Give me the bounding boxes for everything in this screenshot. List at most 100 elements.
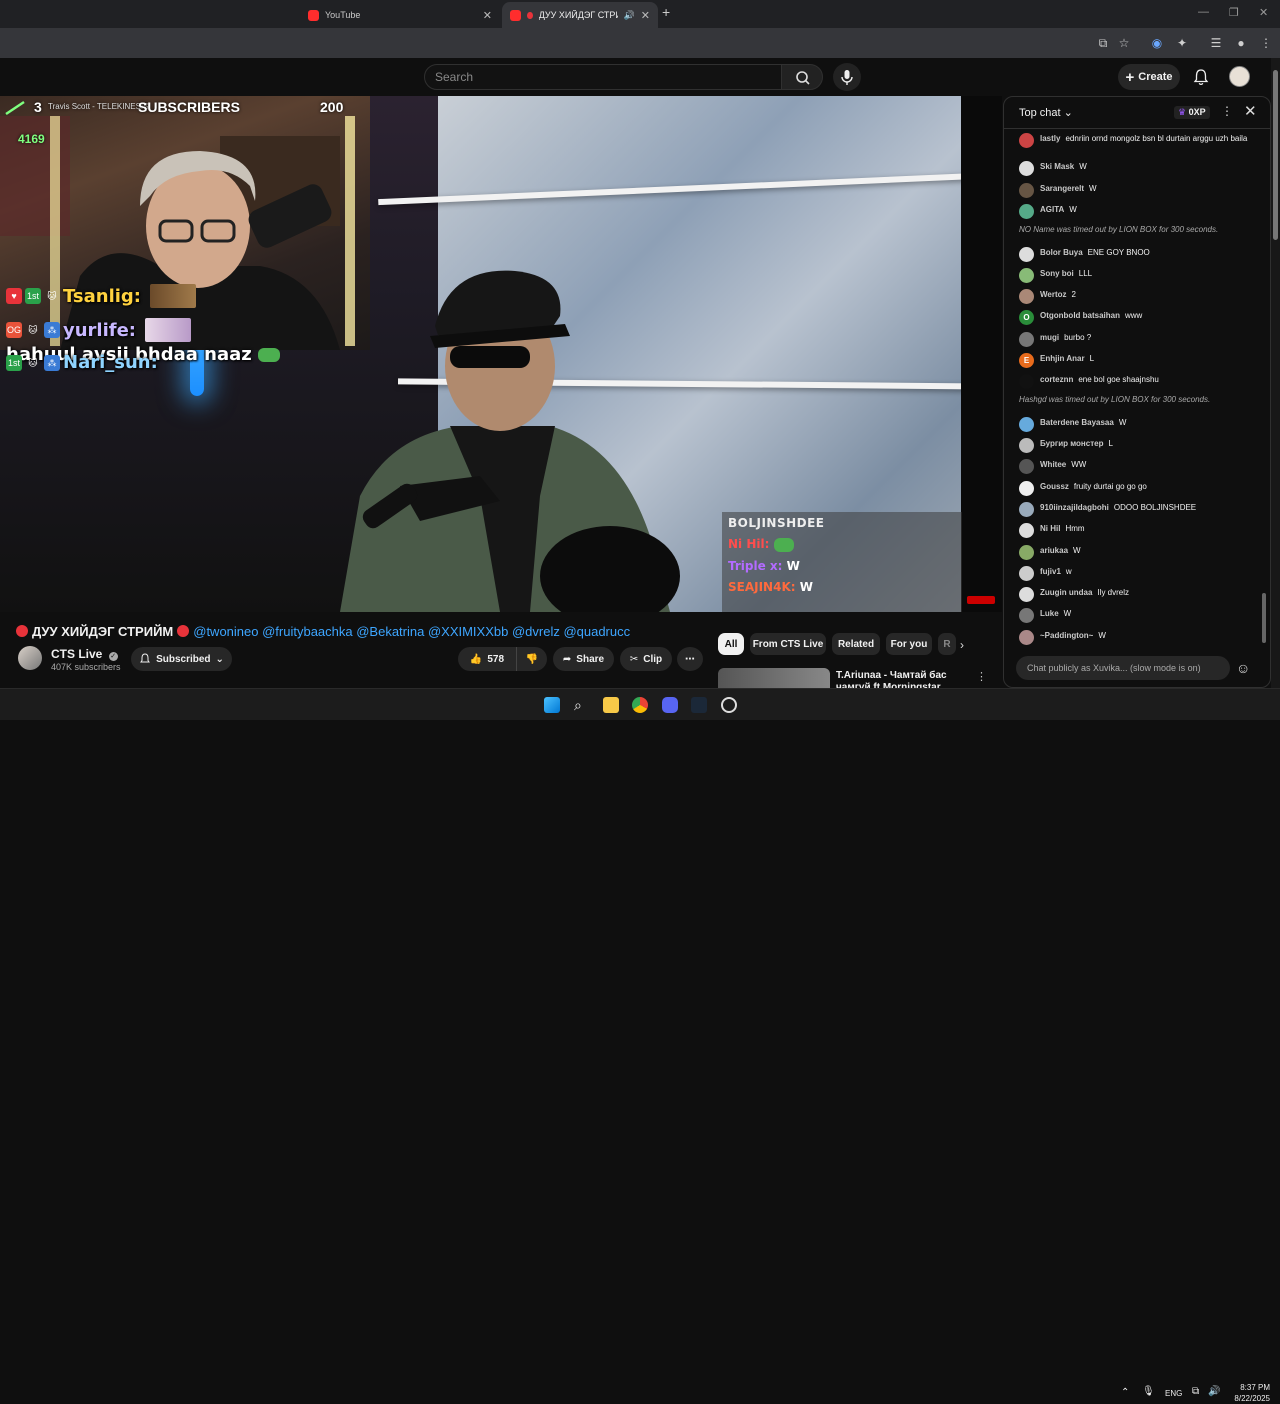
chat-message[interactable]: Wertoz 2: [1019, 289, 1251, 304]
recommended-video-title[interactable]: T.Ariunaa - Чамтай бас чамгүй ft.Morning…: [836, 670, 976, 688]
chat-author-name[interactable]: ariukaa: [1040, 546, 1068, 555]
profile-icon[interactable]: ●: [1233, 35, 1249, 51]
steam-icon[interactable]: [691, 697, 707, 713]
channel-name[interactable]: CTS Live ✓: [51, 647, 118, 661]
like-button[interactable]: 👍 578: [458, 647, 516, 671]
chat-author-avatar[interactable]: [1019, 133, 1034, 148]
chat-author-avatar[interactable]: [1019, 247, 1034, 262]
chat-author-avatar[interactable]: O: [1019, 310, 1034, 325]
notifications-button[interactable]: [1192, 68, 1210, 86]
video-player[interactable]: 3 Travis Scott - TELEKINESIS SUBSCRIBERS…: [0, 96, 1002, 612]
chat-message[interactable]: O Otgonbold batsaihan www: [1019, 310, 1251, 325]
tab-close-icon[interactable]: ✕: [483, 9, 492, 22]
chat-input[interactable]: Chat publicly as Xuvika... (slow mode is…: [1016, 656, 1230, 680]
chip-for-you[interactable]: For you: [886, 633, 932, 655]
chat-message[interactable]: Sarangerelt W: [1019, 183, 1251, 198]
chat-author-avatar[interactable]: [1019, 459, 1034, 474]
tab-stream[interactable]: ДУУ ХИЙДЭГ СТРИЙМ 🔊 ✕: [502, 2, 658, 28]
chat-author-avatar[interactable]: [1019, 268, 1034, 283]
media-icon[interactable]: ◉: [1149, 35, 1165, 51]
audio-playing-icon[interactable]: 🔊: [624, 10, 635, 21]
search-input[interactable]: Search: [424, 64, 782, 90]
chat-author-avatar[interactable]: [1019, 438, 1034, 453]
cast-icon[interactable]: ⧉: [1095, 35, 1111, 51]
chat-author-avatar[interactable]: [1019, 161, 1034, 176]
clock[interactable]: 8:37 PM 8/22/2025: [1230, 1382, 1270, 1404]
chat-message[interactable]: Ski Mask W: [1019, 161, 1251, 176]
menu-kebab-icon[interactable]: ⋮: [1258, 35, 1274, 51]
chat-author-name[interactable]: corteznn: [1040, 375, 1073, 384]
chat-author-name[interactable]: 910iinzajildagbohi: [1040, 503, 1109, 512]
chat-message[interactable]: Luke W: [1019, 608, 1251, 623]
create-button[interactable]: + Create: [1118, 64, 1180, 90]
chat-author-name[interactable]: Enhjin Anar: [1040, 354, 1085, 363]
discord-icon[interactable]: [662, 697, 678, 713]
microphone-icon[interactable]: 🎙: [1142, 1386, 1155, 1397]
top-chat-dropdown[interactable]: Top chat ⌄: [1019, 106, 1073, 119]
page-scrollbar[interactable]: [1271, 58, 1280, 688]
clip-button[interactable]: ✂ Clip: [620, 647, 672, 671]
chat-author-name[interactable]: Zuugin undaa: [1040, 588, 1092, 597]
dislike-button[interactable]: 👎: [516, 647, 547, 671]
emoji-smile-icon[interactable]: ☺: [1236, 660, 1250, 676]
windows-start-icon[interactable]: [544, 697, 560, 713]
chip-from-channel[interactable]: From CTS Live: [750, 633, 826, 655]
chat-author-avatar[interactable]: [1019, 417, 1034, 432]
chat-author-name[interactable]: Бургир монстер: [1040, 439, 1103, 448]
bookmark-star-icon[interactable]: ☆: [1116, 35, 1132, 51]
network-icon[interactable]: ⧉: [1192, 1386, 1199, 1397]
chat-message[interactable]: ~Paddington~ W: [1019, 630, 1251, 645]
chat-author-name[interactable]: lastly: [1040, 134, 1060, 143]
volume-icon[interactable]: 🔊: [1208, 1386, 1220, 1397]
chat-message[interactable]: Бургир монстер L: [1019, 438, 1251, 453]
file-explorer-icon[interactable]: [603, 697, 619, 713]
search-button[interactable]: [781, 64, 823, 90]
voice-search-button[interactable]: [833, 63, 861, 91]
chat-message[interactable]: Zuugin undaa Ily dvrelz: [1019, 587, 1251, 602]
chat-author-name[interactable]: Otgonbold batsaihan: [1040, 311, 1120, 320]
chat-message[interactable]: ariukaa W: [1019, 545, 1251, 560]
chat-message[interactable]: fujiv1 w: [1019, 566, 1251, 581]
maximize-button[interactable]: ❐: [1229, 6, 1239, 19]
chrome-icon[interactable]: [632, 697, 648, 713]
chat-author-avatar[interactable]: [1019, 545, 1034, 560]
chat-author-avatar[interactable]: [1019, 608, 1034, 623]
chat-author-name[interactable]: Luke: [1040, 609, 1059, 618]
chat-message[interactable]: E Enhjin Anar L: [1019, 353, 1251, 368]
chat-message[interactable]: 910iinzajildagbohi ODOO BOLJINSHDEE: [1019, 502, 1251, 517]
chat-message[interactable]: corteznn ene bol goe shaajnshu: [1019, 374, 1251, 389]
chat-message[interactable]: Bolor Buya ENE GOY BNOO: [1019, 247, 1251, 262]
tab-youtube[interactable]: YouTube ✕: [300, 2, 500, 28]
chat-author-name[interactable]: Ni Hil: [1040, 524, 1060, 533]
chip-all[interactable]: All: [718, 633, 744, 655]
chat-author-avatar[interactable]: [1019, 502, 1034, 517]
chat-message[interactable]: Whitee WW: [1019, 459, 1251, 474]
new-tab-button[interactable]: +: [662, 4, 670, 20]
chat-author-avatar[interactable]: [1019, 523, 1034, 538]
chat-author-avatar[interactable]: [1019, 332, 1034, 347]
chat-author-name[interactable]: Wertoz: [1040, 290, 1067, 299]
chevron-right-icon[interactable]: ›: [960, 638, 964, 652]
chat-author-avatar[interactable]: [1019, 587, 1034, 602]
chat-message[interactable]: Goussz fruity durtai go go go: [1019, 481, 1251, 496]
chat-author-avatar[interactable]: [1019, 481, 1034, 496]
chat-author-avatar[interactable]: [1019, 183, 1034, 198]
chat-author-avatar[interactable]: [1019, 289, 1034, 304]
tab-close-icon[interactable]: ✕: [641, 9, 650, 22]
share-button[interactable]: ➦ Share: [553, 647, 614, 671]
chat-message[interactable]: Baterdene Bayasaa W: [1019, 417, 1251, 432]
chat-author-avatar[interactable]: [1019, 566, 1034, 581]
more-vertical-icon[interactable]: ⋮: [976, 670, 987, 683]
chat-scrollbar[interactable]: [1262, 133, 1266, 648]
chat-message[interactable]: AGITA W: [1019, 204, 1251, 219]
chat-author-name[interactable]: Sarangerelt: [1040, 184, 1084, 193]
chat-author-name[interactable]: AGITA: [1040, 205, 1064, 214]
chat-author-name[interactable]: Goussz: [1040, 482, 1069, 491]
minimize-button[interactable]: —: [1198, 6, 1209, 18]
recommended-video-thumbnail[interactable]: [718, 668, 830, 688]
chat-author-avatar[interactable]: E: [1019, 353, 1034, 368]
chat-author-avatar[interactable]: [1019, 374, 1034, 389]
chat-message[interactable]: mugi burbo ?: [1019, 332, 1251, 347]
chip-related[interactable]: Related: [832, 633, 880, 655]
chevron-up-icon[interactable]: ⌃: [1121, 1387, 1129, 1398]
